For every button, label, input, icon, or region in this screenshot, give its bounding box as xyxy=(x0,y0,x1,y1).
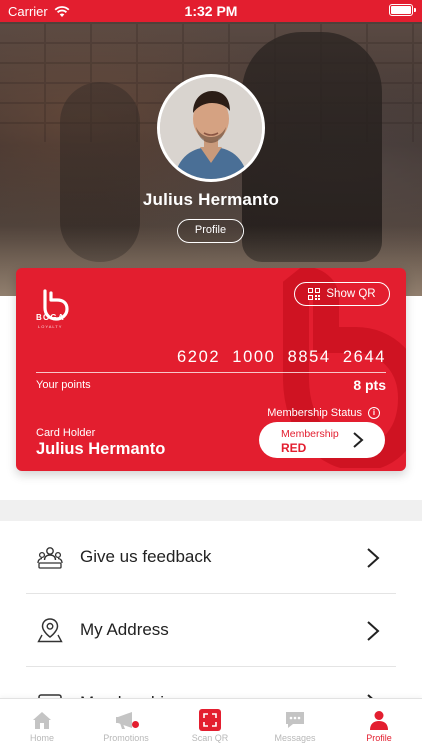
tab-home-label: Home xyxy=(29,733,54,743)
status-bar: Carrier 1:32 PM xyxy=(0,0,422,22)
menu-label-address: My Address xyxy=(80,620,169,639)
tab-profile-label: Profile xyxy=(366,733,392,743)
qr-code-icon xyxy=(308,288,321,300)
section-gap xyxy=(0,500,422,521)
menu-item-address[interactable]: My Address xyxy=(26,594,396,667)
avatar[interactable] xyxy=(157,74,265,182)
tab-bar: Home Promotions Scan QR Messages Profile xyxy=(0,698,422,750)
feedback-people-icon xyxy=(37,547,63,569)
avatar-photo xyxy=(160,77,262,179)
status-time: 1:32 PM xyxy=(184,3,238,19)
points-label: Your points xyxy=(36,379,91,391)
battery-icon xyxy=(389,4,416,16)
card-holder-label: Card Holder xyxy=(36,427,96,439)
notification-dot xyxy=(132,721,139,728)
tab-home[interactable]: Home xyxy=(0,705,84,749)
profile-button[interactable]: Profile xyxy=(177,219,244,243)
show-qr-label: Show QR xyxy=(326,288,376,300)
card-divider xyxy=(36,372,386,373)
profile-hero: Julius Hermanto Profile xyxy=(0,22,422,296)
show-qr-button[interactable]: Show QR xyxy=(294,282,390,306)
tab-scan-qr[interactable]: Scan QR xyxy=(168,705,252,749)
map-pin-icon xyxy=(37,618,63,643)
info-icon[interactable]: i xyxy=(368,407,380,419)
tab-profile[interactable]: Profile xyxy=(337,705,421,749)
membership-button[interactable]: Membership RED xyxy=(259,422,385,458)
messages-icon xyxy=(286,712,304,728)
menu-item-feedback[interactable]: Give us feedback xyxy=(26,521,396,594)
chevron-right-icon xyxy=(367,621,380,641)
tab-messages-label: Messages xyxy=(274,733,316,743)
profile-name: Julius Hermanto xyxy=(142,190,280,209)
tab-promotions-label: Promotions xyxy=(103,733,149,743)
membership-tier: RED xyxy=(281,441,307,455)
membership-button-label: Membership xyxy=(281,428,339,440)
menu-label-feedback: Give us feedback xyxy=(80,547,212,566)
tab-promotions[interactable]: Promotions xyxy=(84,705,168,749)
tab-messages[interactable]: Messages xyxy=(253,705,337,749)
points-value: 8 pts xyxy=(353,377,386,393)
card-number: 6202 1000 8854 2644 xyxy=(177,348,386,366)
brand-subtitle: LOYALTY xyxy=(38,324,63,329)
tab-scan-qr-label: Scan QR xyxy=(191,733,229,743)
brand-name: BOGA xyxy=(36,313,65,322)
home-icon xyxy=(33,712,51,729)
profile-icon xyxy=(370,711,388,730)
chevron-right-icon xyxy=(367,548,380,568)
card-holder-name: Julius Hermanto xyxy=(36,440,166,458)
chevron-right-icon xyxy=(353,432,364,448)
scan-qr-icon xyxy=(199,709,221,731)
membership-card: BOGA LOYALTY Show QR 6202 1000 8854 2644… xyxy=(16,268,406,471)
promotions-icon xyxy=(115,709,139,731)
profile-screen: Carrier 1:32 PM Julius Hermanto Profile … xyxy=(0,0,422,750)
membership-status-label: Membership Status i xyxy=(267,407,380,419)
